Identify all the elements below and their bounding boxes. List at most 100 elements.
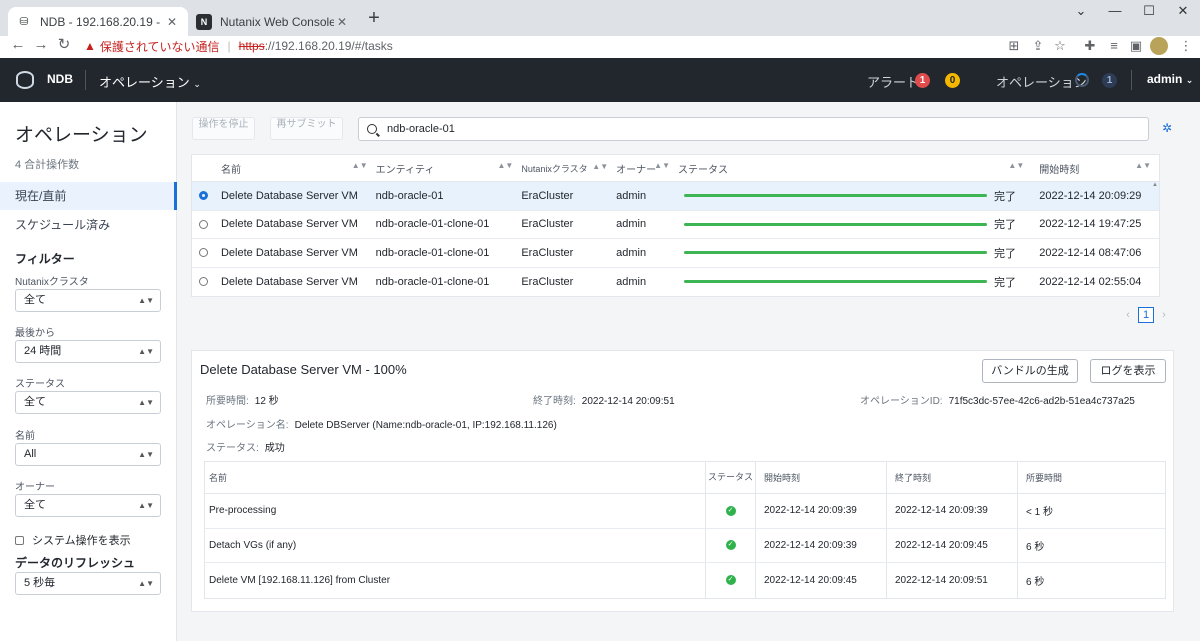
back-icon[interactable]: ←: [8, 36, 28, 56]
reload-icon[interactable]: ↻: [54, 36, 74, 56]
col-cluster[interactable]: Nutanixクラスタ ▲▼: [521, 162, 616, 175]
step-name: Delete VM [192.168.11.126] from Cluster: [209, 574, 391, 586]
search-value: ndb-oracle-01: [387, 123, 455, 135]
filter-name-label: 名前: [15, 431, 35, 442]
cell-cluster: EraCluster: [521, 218, 574, 231]
show-log-button[interactable]: ログを表示: [1090, 359, 1166, 383]
scroll-up-icon[interactable]: ▲: [1151, 182, 1159, 188]
generate-bundle-button[interactable]: バンドルの生成: [982, 359, 1078, 383]
tab-search-icon[interactable]: ⌄: [1064, 0, 1098, 24]
filter-cluster-label: Nutanixクラスタ: [15, 277, 89, 288]
nutanix-favicon-icon: N: [196, 13, 212, 30]
checkbox-box[interactable]: [15, 535, 24, 545]
filter-owner-select[interactable]: 全て ▲▼: [15, 494, 161, 517]
cell-entity: ndb-oracle-01: [375, 189, 444, 202]
filter-name-select[interactable]: All ▲▼: [15, 443, 161, 466]
sidebar-item-current[interactable]: 現在/直前: [0, 182, 177, 210]
row-radio[interactable]: [199, 277, 208, 287]
col-owner[interactable]: オーナー ▲▼: [616, 161, 678, 176]
table-row[interactable]: Delete Database Server VM ndb-oracle-01-…: [192, 268, 1159, 297]
reading-list-icon[interactable]: ≡: [1104, 36, 1124, 56]
sort-icon[interactable]: ▲▼: [497, 161, 513, 170]
browser-tab-ndb[interactable]: ⛁ NDB - 192.168.20.19 - オペレーショ ✕: [8, 7, 188, 36]
page-number-button[interactable]: 1: [1138, 307, 1154, 323]
ndb-logo-icon: [16, 71, 34, 89]
close-tab-icon[interactable]: ✕: [334, 15, 350, 29]
main-content: 操作を停止 再サブミット ndb-oracle-01 ✲ 名前 ▲▼ エンティティ…: [177, 102, 1200, 641]
maximize-button[interactable]: ☐: [1132, 0, 1166, 24]
sort-icon[interactable]: ▲▼: [592, 162, 608, 171]
filter-status-select[interactable]: 全て ▲▼: [15, 391, 161, 414]
forward-icon[interactable]: →: [31, 36, 51, 56]
operations-link[interactable]: オペレーション: [996, 72, 1087, 91]
cell-cluster: EraCluster: [521, 246, 574, 259]
critical-alert-badge[interactable]: 1: [915, 73, 930, 88]
main-menu-label: オペレーション: [99, 75, 190, 90]
close-window-button[interactable]: ✕: [1166, 0, 1200, 24]
operation-id-field: オペレーションID: 71f5c3dc-57ee-42c6-ad2b-51ea4c…: [860, 392, 1135, 407]
warning-alert-badge[interactable]: 0: [945, 73, 960, 88]
select-arrows-icon: ▲▼: [138, 450, 154, 459]
profile-avatar[interactable]: [1150, 37, 1168, 55]
system-ops-checkbox[interactable]: システム操作を表示: [15, 532, 131, 548]
resubmit-button[interactable]: 再サブミット: [270, 117, 343, 140]
main-menu-dropdown[interactable]: オペレーション ⌄: [99, 72, 201, 91]
select-arrows-icon: ▲▼: [138, 296, 154, 305]
select-arrows-icon: ▲▼: [138, 347, 154, 356]
sort-icon[interactable]: ▲▼: [352, 161, 368, 170]
table-scrollbar[interactable]: ▲: [1151, 182, 1159, 296]
pagination: ‹ 1 ›: [1123, 307, 1169, 323]
table-row[interactable]: Delete Database Server VM ndb-oracle-01-…: [192, 211, 1159, 239]
sidebar-item-scheduled[interactable]: スケジュール済み: [0, 211, 177, 239]
row-radio[interactable]: [199, 248, 208, 258]
table-row[interactable]: Delete Database Server VM ndb-oracle-01 …: [192, 182, 1159, 211]
sort-icon[interactable]: ▲▼: [1008, 161, 1024, 170]
search-input[interactable]: ndb-oracle-01: [358, 117, 1149, 141]
browser-toolbar: ← → ↻ ▲ 保護されていない通信 | https ://192.168.20…: [0, 36, 1200, 58]
sort-icon[interactable]: ▲▼: [654, 161, 670, 170]
operations-count-badge[interactable]: 1: [1102, 73, 1117, 88]
minimize-button[interactable]: —: [1098, 0, 1132, 24]
filter-cluster-select[interactable]: 全て ▲▼: [15, 289, 161, 312]
sort-icon[interactable]: ▲▼: [1135, 161, 1151, 170]
cell-start: 2022-12-14 08:47:06: [1039, 246, 1142, 259]
progress-bar: [684, 251, 987, 255]
cell-status: 完了: [994, 190, 1016, 203]
extensions-icon[interactable]: ✚: [1080, 36, 1100, 56]
filter-owner-label: オーナー: [15, 482, 55, 493]
cell-status: 完了: [994, 219, 1016, 232]
filter-since-label: 最後から: [15, 328, 55, 339]
filter-since-select[interactable]: 24 時間 ▲▼: [15, 340, 161, 363]
chevron-down-icon: ⌄: [1185, 75, 1194, 85]
col-status[interactable]: ステータス ▲▼: [678, 161, 1032, 176]
table-header: 名前 ▲▼ エンティティ ▲▼ Nutanixクラスタ ▲▼ オーナー ▲▼ ステータス…: [192, 155, 1159, 182]
address-bar[interactable]: ▲ 保護されていない通信 | https ://192.168.20.19/#/…: [78, 36, 1084, 56]
next-page-button[interactable]: ›: [1159, 309, 1169, 321]
gear-icon[interactable]: ✲: [1162, 121, 1172, 135]
refresh-interval-select[interactable]: 5 秒毎 ▲▼: [15, 572, 161, 595]
prev-page-button[interactable]: ‹: [1123, 309, 1133, 321]
col-name[interactable]: 名前 ▲▼: [216, 161, 376, 176]
row-radio[interactable]: [199, 191, 208, 201]
cell-cluster: EraCluster: [521, 275, 574, 288]
stop-operation-button[interactable]: 操作を停止: [192, 117, 255, 140]
table-row[interactable]: Delete Database Server VM ndb-oracle-01-…: [192, 239, 1159, 268]
close-tab-icon[interactable]: ✕: [164, 15, 180, 29]
step-end: 2022-12-14 20:09:51: [886, 563, 1017, 598]
alerts-link[interactable]: アラート: [867, 72, 919, 91]
user-menu[interactable]: admin ⌄: [1147, 72, 1193, 86]
row-radio[interactable]: [199, 219, 208, 229]
new-tab-button[interactable]: +: [364, 8, 384, 30]
star-icon[interactable]: ☆: [1050, 36, 1070, 56]
col-start[interactable]: 開始時刻 ▲▼: [1032, 161, 1159, 176]
chevron-down-icon: ⌄: [193, 79, 201, 89]
operation-id-value: 71f5c3dc-57ee-42c6-ad2b-51ea4c737a25: [948, 396, 1135, 407]
share-icon[interactable]: ⇪: [1028, 36, 1048, 56]
menu-icon[interactable]: ⋮: [1176, 36, 1196, 56]
translate-icon[interactable]: ⊞: [1004, 36, 1024, 56]
browser-tab-nutanix[interactable]: N Nutanix Web Console ✕: [188, 7, 358, 36]
col-entity[interactable]: エンティティ ▲▼: [376, 161, 522, 176]
side-panel-icon[interactable]: ▣: [1126, 36, 1146, 56]
steps-col-start: 開始時刻: [755, 462, 886, 493]
col-label: ステータス: [678, 164, 728, 176]
